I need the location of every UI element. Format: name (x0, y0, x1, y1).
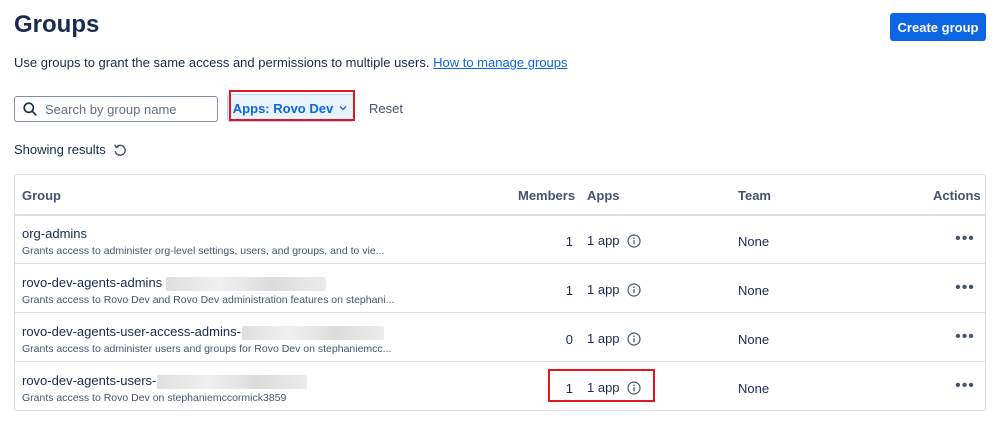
members-count: 0 (565, 332, 573, 347)
page-title: Groups (14, 11, 100, 38)
apps-count: 1 app (587, 282, 641, 297)
more-actions-icon[interactable]: ••• (952, 275, 978, 301)
table-row[interactable]: org-admins Grants access to administer o… (15, 216, 985, 264)
redacted-text (241, 325, 384, 340)
column-header-actions: Actions (933, 188, 981, 203)
table-row[interactable]: rovo-dev-agents-users- Grants access to … (15, 363, 985, 410)
team-value: None (738, 283, 770, 298)
table-header: Group Members Apps Team Actions (15, 175, 985, 216)
members-count: 1 (565, 381, 573, 396)
group-name[interactable]: rovo-dev-agents-admins (22, 275, 326, 291)
column-header-apps: Apps (587, 188, 620, 203)
search-icon (23, 102, 37, 116)
members-count: 1 (565, 283, 573, 298)
members-count: 1 (565, 234, 573, 249)
intro-description: Use groups to grant the same access and … (14, 55, 568, 70)
search-input[interactable] (45, 101, 205, 117)
more-actions-icon[interactable]: ••• (952, 324, 978, 350)
apps-filter-button[interactable]: Apps: Rovo Dev (227, 94, 354, 122)
group-description: Grants access to administer users and gr… (22, 343, 392, 355)
table-row[interactable]: rovo-dev-agents-user-access-admins- Gran… (15, 314, 985, 362)
group-description: Grants access to Rovo Dev on stephaniemc… (22, 392, 287, 404)
apps-count: 1 app (587, 331, 641, 346)
reset-button[interactable]: Reset (363, 94, 409, 122)
group-description: Grants access to Rovo Dev and Rovo Dev a… (22, 294, 395, 306)
info-icon[interactable] (626, 233, 641, 248)
groups-table: Group Members Apps Team Actions org-admi… (14, 174, 986, 411)
redacted-text (157, 374, 308, 389)
group-description: Grants access to administer org-level se… (22, 245, 385, 257)
team-value: None (738, 234, 770, 249)
refresh-icon[interactable] (113, 143, 127, 157)
team-value: None (738, 332, 770, 347)
redacted-text (165, 276, 326, 291)
team-value: None (738, 381, 770, 396)
intro-text: Use groups to grant the same access and … (14, 55, 434, 70)
info-icon[interactable] (626, 331, 641, 346)
info-icon[interactable] (626, 282, 641, 297)
group-name[interactable]: org-admins (22, 226, 87, 241)
column-header-members[interactable]: Members (518, 188, 575, 203)
apps-count: 1 app (587, 233, 641, 248)
column-header-group[interactable]: Group (22, 188, 61, 203)
search-field[interactable] (14, 96, 218, 122)
table-row[interactable]: rovo-dev-agents-admins Grants access to … (15, 265, 985, 313)
create-group-button[interactable]: Create group (890, 13, 986, 41)
how-to-manage-groups-link[interactable]: How to manage groups (433, 55, 567, 70)
column-header-team: Team (738, 188, 771, 203)
apps-filter-label: Apps: Rovo Dev (232, 100, 334, 116)
more-actions-icon[interactable]: ••• (952, 226, 978, 252)
chevron-down-icon (339, 106, 347, 111)
more-actions-icon[interactable]: ••• (952, 373, 978, 399)
group-name[interactable]: rovo-dev-agents-user-access-admins- (22, 324, 384, 340)
info-icon[interactable] (626, 380, 641, 395)
showing-results-label: Showing results (14, 142, 106, 157)
group-name[interactable]: rovo-dev-agents-users- (22, 373, 308, 389)
apps-count: 1 app (587, 380, 641, 395)
showing-results: Showing results (14, 142, 127, 157)
